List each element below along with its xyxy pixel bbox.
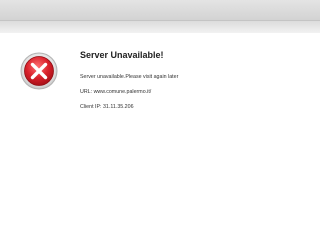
url-label: URL: <box>80 89 93 95</box>
error-x-icon <box>20 52 58 90</box>
client-ip-label: Client IP: <box>80 104 102 110</box>
page-title: Server Unavailable! <box>80 50 164 60</box>
top-header-strip <box>0 20 320 33</box>
error-page: Server Unavailable! Server unavailable.P… <box>0 0 320 240</box>
requested-url-line: URL: www.comune.palermo.it/ <box>80 89 310 95</box>
top-header-band <box>0 0 320 20</box>
client-ip-value: 31.11.35.206 <box>102 104 134 110</box>
status-message: Server unavailable.Please visit again la… <box>80 74 179 80</box>
client-ip-line: Client IP: 31.11.35.206 <box>80 104 310 110</box>
error-content: Server Unavailable! Server unavailable.P… <box>80 50 310 119</box>
requested-url: www.comune.palermo.it/ <box>93 89 152 95</box>
